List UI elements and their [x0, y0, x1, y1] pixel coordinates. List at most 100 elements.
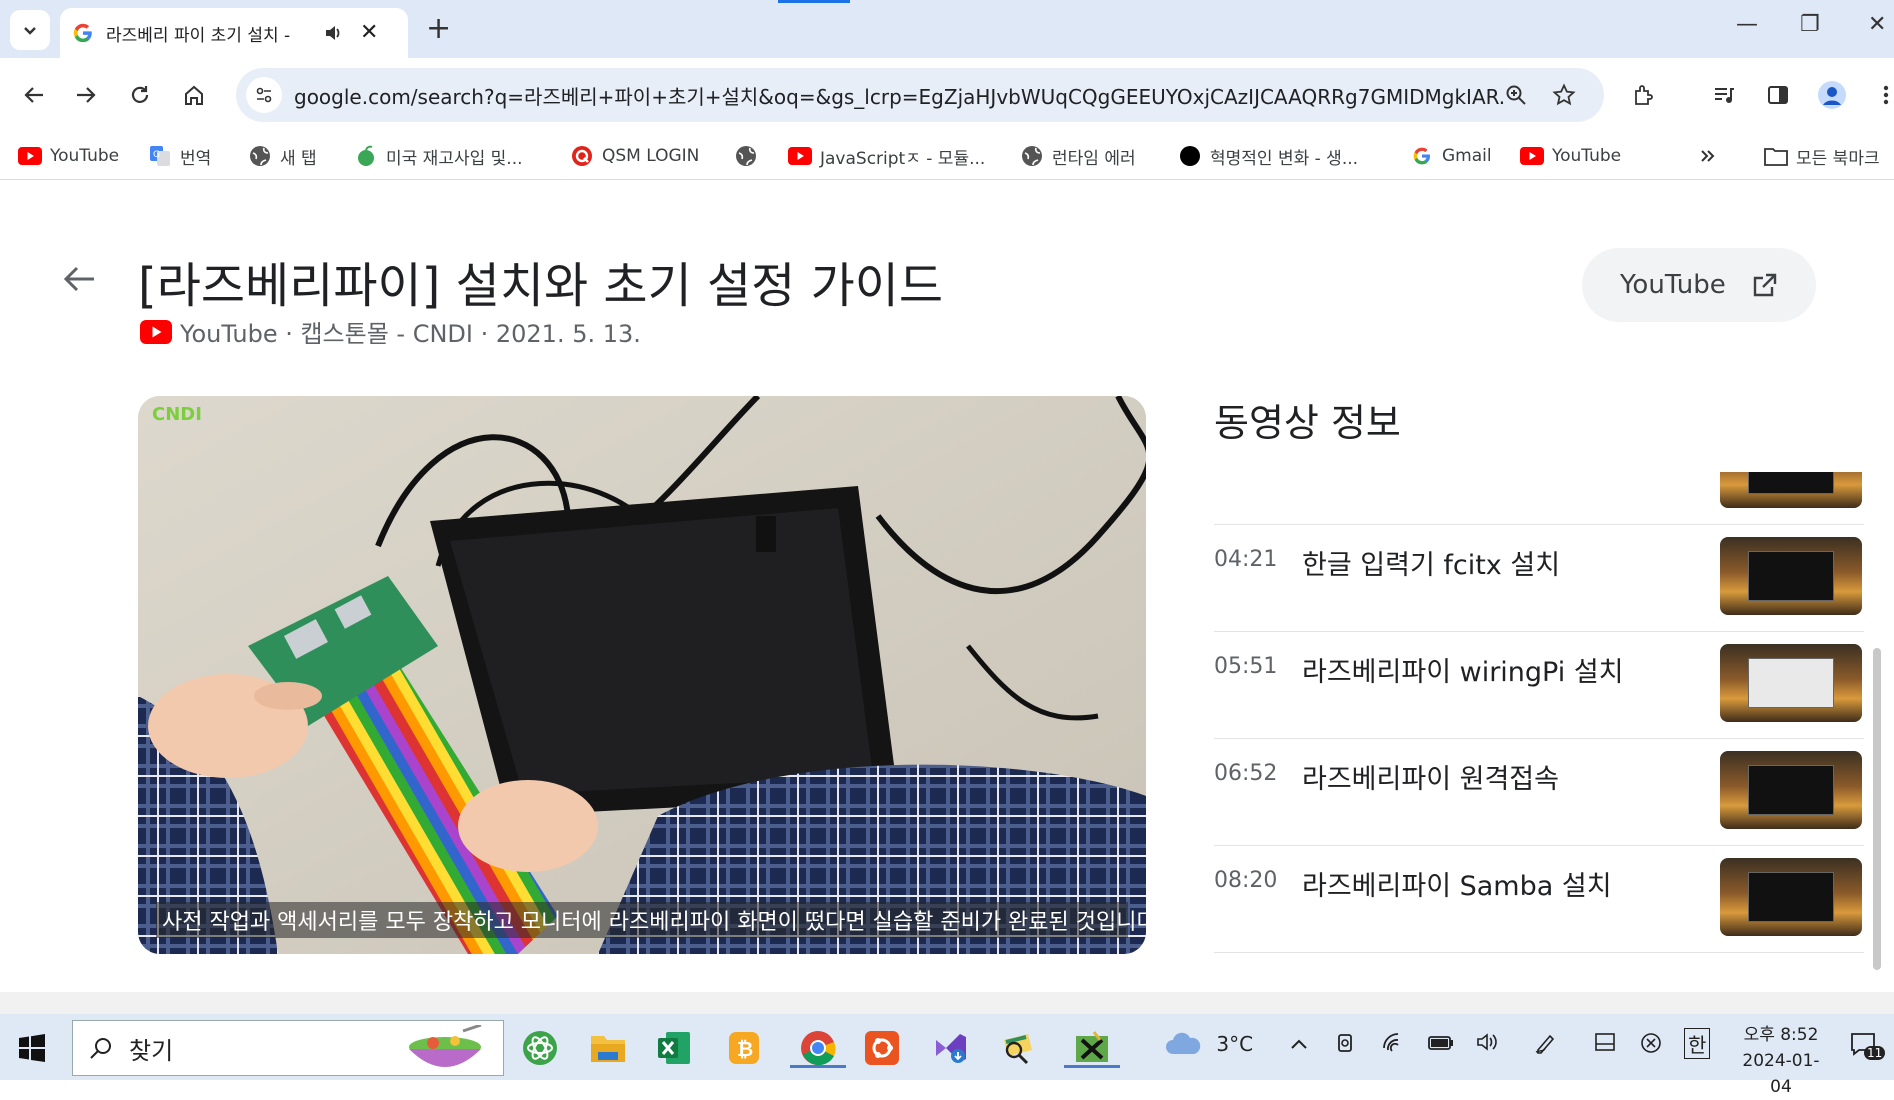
- bookmark-label: JavaScriptㅈ - 모듈...: [820, 148, 986, 169]
- meet-now-icon[interactable]: [1336, 1032, 1356, 1059]
- chrome-icon: [801, 1031, 836, 1066]
- open-in-youtube-label: YouTube: [1620, 270, 1726, 300]
- arrow-right-icon: [77, 87, 96, 103]
- pen-icon[interactable]: [1534, 1032, 1556, 1059]
- chapter-thumbnail: [1720, 537, 1862, 615]
- bookmark-globe[interactable]: [734, 138, 766, 174]
- svg-text:₿: ₿: [737, 1037, 753, 1061]
- bookmark-qsm[interactable]: QSM LOGIN: [570, 138, 699, 174]
- chapter-title: 라즈베리파이 원격접속: [1302, 764, 1559, 795]
- close-icon[interactable]: ✕: [360, 22, 378, 44]
- bookmark-us-import[interactable]: 미국 재고사입 및...: [354, 138, 523, 174]
- wifi-icon[interactable]: [1382, 1032, 1404, 1057]
- cloud-icon: [1166, 1032, 1201, 1054]
- horizontal-scrollbar[interactable]: [0, 992, 1894, 1014]
- bookmark-translate[interactable]: G 번역: [148, 138, 211, 174]
- taskbar-visual-studio-installer[interactable]: [930, 1028, 970, 1068]
- address-bar[interactable]: google.com/search?q=라즈베리+파이+초기+설치&oq=&gs…: [236, 68, 1604, 122]
- arrow-left-icon: [24, 87, 43, 103]
- bookmark-new-tab[interactable]: 새 탭: [248, 138, 317, 174]
- bookmark-revolution[interactable]: 혁명적인 변화 - 생...: [1178, 138, 1358, 174]
- chapter-thumbnail: [1720, 472, 1862, 508]
- media-control-button[interactable]: [1704, 75, 1744, 115]
- taskbar-orange-app[interactable]: ₿: [724, 1028, 764, 1068]
- chapter-item[interactable]: 08:20 라즈베리파이 Samba 설치: [1214, 846, 1864, 953]
- taskbar-chrome[interactable]: [790, 1028, 846, 1068]
- profile-button[interactable]: [1812, 75, 1852, 115]
- open-in-youtube-button[interactable]: YouTube: [1582, 248, 1816, 322]
- new-tab-button[interactable]: +: [426, 14, 451, 44]
- video-preview-page: [라즈베리파이] 설치와 초기 설정 가이드 YouTube · 캡스톤몰 - …: [0, 180, 1894, 992]
- youtube-icon: [1520, 144, 1544, 168]
- ubuntu-icon: [865, 1031, 899, 1065]
- tab-search-button[interactable]: [10, 10, 50, 50]
- extensions-button[interactable]: [1624, 75, 1664, 115]
- svg-text:G: G: [153, 150, 160, 160]
- weather-temp: 3°C: [1216, 1032, 1254, 1056]
- video-player[interactable]: CNDI 사전 작업과 액세서리를 모두 장착하고 모니터에 라즈베리파이 화면…: [138, 396, 1146, 954]
- search-label: 찾기: [129, 1036, 174, 1065]
- black-circle-icon: [1178, 144, 1202, 168]
- taskbar-atom-app[interactable]: [520, 1028, 560, 1068]
- chapter-item[interactable]: 05:51 라즈베리파이 wiringPi 설치: [1214, 632, 1864, 739]
- chapter-item[interactable]: 04:21 한글 입력기 fcitx 설치: [1214, 525, 1864, 632]
- taskbar-clock[interactable]: 오후 8:52 2024-01-04: [1736, 1022, 1826, 1100]
- puzzle-icon: [1635, 85, 1653, 105]
- all-bookmarks-button[interactable]: 모든 북마크: [1764, 138, 1880, 174]
- bookmark-gmail[interactable]: Gmail: [1410, 138, 1492, 174]
- bookmark-label: YouTube: [50, 146, 120, 166]
- qsm-icon: [570, 144, 594, 168]
- avatar-icon: [1818, 81, 1846, 109]
- notification-count: 11: [1864, 1046, 1886, 1060]
- taskbar-file-explorer[interactable]: [588, 1028, 628, 1068]
- bookmark-youtube[interactable]: YouTube: [18, 138, 119, 174]
- chapter-item[interactable]: [1214, 472, 1864, 525]
- weather-widget[interactable]: 3°C: [1164, 1030, 1253, 1058]
- window-close-icon[interactable]: ✕: [1868, 12, 1886, 37]
- zoom-icon[interactable]: [1498, 77, 1534, 113]
- chevron-down-icon: [24, 27, 36, 35]
- site-info-icon[interactable]: [246, 77, 282, 113]
- volume-icon[interactable]: [1476, 1032, 1498, 1057]
- active-tab[interactable]: 라즈베리 파이 초기 설치 - ✕: [60, 8, 408, 58]
- chapter-time: 05:51: [1214, 654, 1278, 679]
- taskbar-xming[interactable]: [1064, 1028, 1120, 1068]
- star-icon[interactable]: [1546, 77, 1582, 113]
- home-button[interactable]: [174, 75, 214, 115]
- side-panel-button[interactable]: [1758, 75, 1798, 115]
- taskbar-paint-app[interactable]: [998, 1028, 1038, 1068]
- bookmarks-bar: YouTube G 번역 새 탭 미국 재고사입 및... QSM LOGIN …: [0, 132, 1894, 180]
- chevron-up-icon[interactable]: [1290, 1032, 1308, 1056]
- leaf-icon: [354, 144, 378, 168]
- video-meta-text: YouTube · 캡스톤몰 - CNDI · 2021. 5. 13.: [180, 320, 641, 348]
- excel-icon: [658, 1032, 690, 1064]
- minimize-icon[interactable]: —: [1736, 12, 1758, 37]
- notification-center-button[interactable]: 11: [1850, 1032, 1886, 1062]
- youtube-icon: [18, 144, 42, 168]
- forward-button[interactable]: [66, 75, 106, 115]
- speaker-icon[interactable]: [322, 22, 344, 44]
- bookmarks-overflow-button[interactable]: [1696, 138, 1728, 174]
- windows-start-icon[interactable]: [18, 1034, 46, 1062]
- side-panel-icon: [1768, 86, 1788, 104]
- battery-icon[interactable]: [1428, 1032, 1454, 1056]
- chapter-time: 08:20: [1214, 868, 1278, 893]
- taskbar-excel[interactable]: [654, 1028, 694, 1068]
- circle-x-icon[interactable]: [1640, 1032, 1662, 1059]
- ime-indicator[interactable]: 한: [1684, 1028, 1711, 1059]
- tab-indicator: [778, 0, 850, 3]
- bookmark-runtime-error[interactable]: 런타임 에러: [1020, 138, 1136, 174]
- reload-button[interactable]: [120, 75, 160, 115]
- restore-icon[interactable]: ❐: [1800, 12, 1820, 37]
- touch-keyboard-icon[interactable]: [1594, 1032, 1616, 1057]
- back-button[interactable]: [14, 75, 54, 115]
- menu-button[interactable]: [1866, 75, 1894, 115]
- bookmark-javascript[interactable]: JavaScriptㅈ - 모듈...: [788, 138, 985, 174]
- open-external-icon: [1753, 273, 1776, 297]
- taskbar-search[interactable]: 찾기: [72, 1020, 504, 1076]
- chapter-item[interactable]: 06:52 라즈베리파이 원격접속: [1214, 739, 1864, 846]
- chapter-scrollbar[interactable]: [1870, 478, 1884, 972]
- bookmark-youtube-2[interactable]: YouTube: [1520, 138, 1621, 174]
- arrow-left-icon[interactable]: [60, 260, 98, 298]
- taskbar-ubuntu[interactable]: [862, 1028, 902, 1068]
